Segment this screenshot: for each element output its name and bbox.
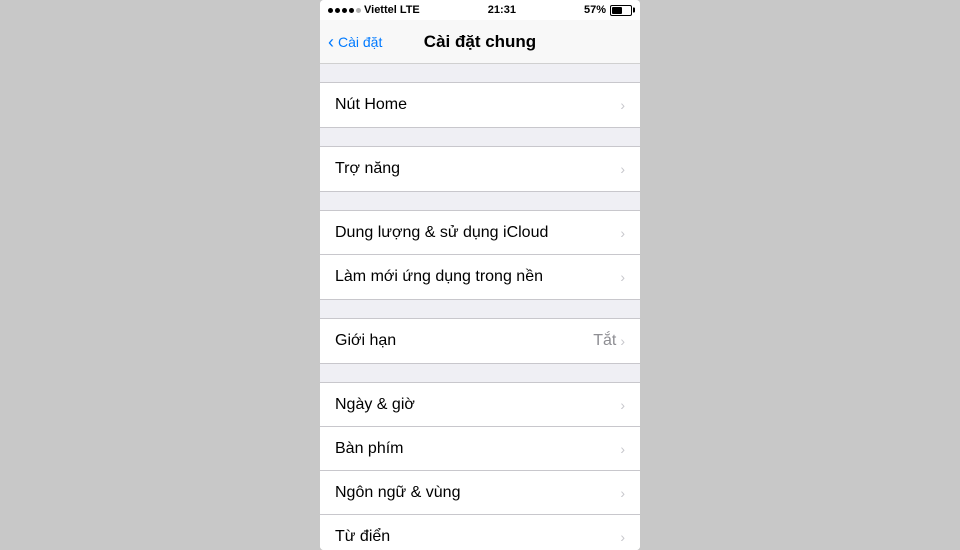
cell-tu-dien[interactable]: Từ điển › — [320, 515, 640, 550]
cell-right-ban-phim: › — [620, 441, 625, 457]
cell-label-lam-moi: Làm mới ứng dụng trong nền — [335, 268, 543, 286]
chevron-icon-ngay-gio: › — [620, 397, 625, 413]
chevron-icon-ban-phim: › — [620, 441, 625, 457]
cell-right-lam-moi: › — [620, 269, 625, 285]
signal-dot-4 — [349, 8, 354, 13]
cell-lam-moi[interactable]: Làm mới ứng dụng trong nền › — [320, 255, 640, 299]
section-nut-home: Nút Home › — [320, 82, 640, 128]
section-gap-2 — [320, 128, 640, 146]
section-gioi-han: Giới hạn Tắt › — [320, 318, 640, 364]
back-chevron-icon: ‹ — [328, 33, 334, 51]
cell-label-nut-home: Nút Home — [335, 96, 407, 114]
cell-label-gioi-han: Giới hạn — [335, 332, 396, 350]
cell-label-tro-nang: Trợ năng — [335, 160, 400, 178]
status-time: 21:31 — [488, 4, 516, 16]
signal-dot-1 — [328, 8, 333, 13]
cell-label-ngay-gio: Ngày & giờ — [335, 396, 415, 414]
cell-ban-phim[interactable]: Bàn phím › — [320, 427, 640, 471]
section-gap-4 — [320, 300, 640, 318]
settings-content: Nút Home › Trợ năng › Dung lượng & sử dụ… — [320, 64, 640, 550]
cell-ngay-gio[interactable]: Ngày & giờ › — [320, 383, 640, 427]
signal-dot-5 — [356, 8, 361, 13]
page-title: Cài đặt chung — [424, 32, 536, 52]
carrier-label: Viettel — [364, 4, 397, 16]
cell-label-tu-dien: Từ điển — [335, 528, 390, 546]
network-label: LTE — [400, 4, 420, 16]
cell-nut-home[interactable]: Nút Home › — [320, 83, 640, 127]
chevron-icon-gioi-han: › — [620, 333, 625, 349]
cell-ngon-ngu[interactable]: Ngôn ngữ & vùng › — [320, 471, 640, 515]
section-gap-5 — [320, 364, 640, 382]
section-tro-nang: Trợ năng › — [320, 146, 640, 192]
cell-right-tro-nang: › — [620, 161, 625, 177]
cell-right-gioi-han: Tắt › — [593, 332, 625, 350]
cell-label-ban-phim: Bàn phím — [335, 440, 403, 458]
signal-dot-3 — [342, 8, 347, 13]
cell-label-ngon-ngu: Ngôn ngữ & vùng — [335, 484, 460, 502]
cell-right-ngon-ngu: › — [620, 485, 625, 501]
cell-right-tu-dien: › — [620, 529, 625, 545]
cell-label-dung-luong: Dung lượng & sử dụng iCloud — [335, 224, 548, 242]
cell-gioi-han[interactable]: Giới hạn Tắt › — [320, 319, 640, 363]
back-label: Cài đặt — [338, 34, 382, 50]
section-icloud: Dung lượng & sử dụng iCloud › Làm mới ứn… — [320, 210, 640, 300]
chevron-icon-ngon-ngu: › — [620, 485, 625, 501]
chevron-icon-tu-dien: › — [620, 529, 625, 545]
chevron-icon-dung-luong: › — [620, 225, 625, 241]
cell-right-dung-luong: › — [620, 225, 625, 241]
signal-dot-2 — [335, 8, 340, 13]
cell-value-gioi-han: Tắt — [593, 332, 616, 350]
nav-bar: ‹ Cài đặt Cài đặt chung — [320, 20, 640, 64]
status-left: Viettel LTE — [328, 4, 420, 16]
battery-percent: 57% — [584, 4, 606, 16]
section-gap-top — [320, 64, 640, 82]
status-right: 57% — [584, 4, 632, 16]
cell-right-ngay-gio: › — [620, 397, 625, 413]
battery-icon — [610, 5, 632, 16]
section-gap-3 — [320, 192, 640, 210]
phone-frame: Viettel LTE 21:31 57% ‹ Cài đặt Cài đặt … — [320, 0, 640, 550]
cell-right-nut-home: › — [620, 97, 625, 113]
section-locale: Ngày & giờ › Bàn phím › Ngôn ngữ & vùng … — [320, 382, 640, 550]
cell-tro-nang[interactable]: Trợ năng › — [320, 147, 640, 191]
back-button[interactable]: ‹ Cài đặt — [328, 33, 382, 51]
status-bar: Viettel LTE 21:31 57% — [320, 0, 640, 20]
battery-fill — [612, 7, 622, 14]
chevron-icon-nut-home: › — [620, 97, 625, 113]
chevron-icon-lam-moi: › — [620, 269, 625, 285]
cell-dung-luong[interactable]: Dung lượng & sử dụng iCloud › — [320, 211, 640, 255]
chevron-icon-tro-nang: › — [620, 161, 625, 177]
signal-dots — [328, 8, 361, 13]
